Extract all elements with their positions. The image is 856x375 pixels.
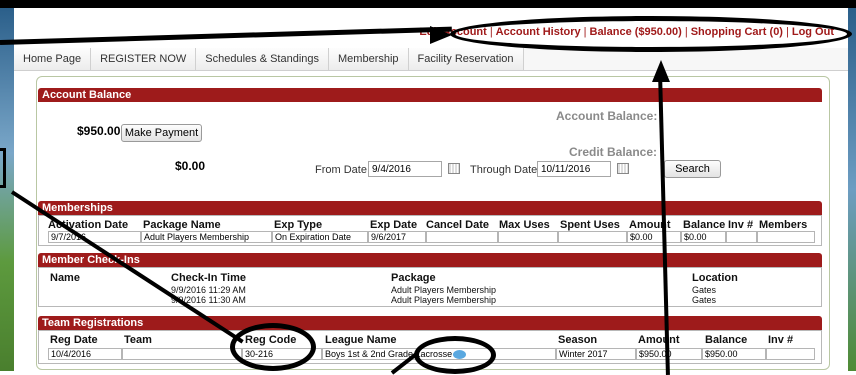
table-cell (558, 231, 627, 243)
credit-balance-value: $0.00 (175, 159, 206, 173)
col-max-uses: Max Uses (499, 219, 550, 231)
col-exp-type: Exp Type (274, 219, 323, 231)
checkin-time: 9/9/2016 11:29 AM (171, 285, 246, 295)
checkin-package: Adult Players Membership (391, 295, 497, 305)
col-inv: Inv # (768, 334, 794, 346)
arrow-head (652, 60, 670, 82)
col-exp-date: Exp Date (370, 219, 418, 231)
account-balance-label: Account Balance: (556, 109, 658, 123)
arrow-head (430, 26, 452, 44)
col-reg-date: Reg Date (50, 334, 98, 346)
calendar-icon[interactable] (617, 163, 629, 174)
table-cell (757, 231, 815, 243)
nav-register-now[interactable]: REGISTER NOW (91, 48, 197, 70)
through-date-input[interactable] (537, 161, 611, 177)
table-cell (426, 231, 498, 243)
table-cell: 9/6/2017 (368, 231, 426, 243)
annotation-frame-top (0, 0, 856, 8)
col-name: Name (50, 272, 80, 284)
col-cancel-date: Cancel Date (426, 219, 489, 231)
col-team: Team (124, 334, 152, 346)
annotation-bracket (0, 148, 6, 188)
credit-balance-label: Credit Balance: (569, 145, 658, 159)
table-cell: $0.00 (627, 231, 681, 243)
col-balance: Balance (705, 334, 748, 346)
through-date-label: Through Date: (470, 164, 541, 176)
col-league-name: League Name (325, 334, 397, 346)
from-date-input[interactable] (368, 161, 442, 177)
table-cell (726, 231, 757, 243)
col-package-name: Package Name (143, 219, 221, 231)
checkin-location: Gates (692, 285, 717, 295)
background-strip-right (848, 8, 856, 371)
account-balance-header: Account Balance (38, 88, 822, 102)
nav-home-page[interactable]: Home Page (14, 48, 92, 70)
table-cell: $0.00 (681, 231, 726, 243)
table-cell: Adult Players Membership (141, 231, 272, 243)
checkin-package: Adult Players Membership (391, 285, 497, 295)
table-cell (766, 348, 815, 360)
table-cell: 10/4/2016 (48, 348, 122, 360)
team-registrations-header: Team Registrations (38, 316, 822, 330)
col-members: Members (759, 219, 808, 231)
checkin-location: Gates (692, 295, 717, 305)
search-button[interactable]: Search (664, 160, 721, 178)
account-balance-value: $950.00 (77, 124, 121, 138)
annotation-circle-reg-code (230, 323, 316, 371)
nav-membership[interactable]: Membership (329, 48, 409, 70)
col-location: Location (692, 272, 738, 284)
col-balance: Balance (683, 219, 726, 231)
col-season: Season (558, 334, 598, 346)
col-package: Package (391, 272, 436, 284)
col-amount: Amount (638, 334, 680, 346)
nav-schedules-standings[interactable]: Schedules & Standings (196, 48, 330, 70)
nav-facility-reservation[interactable]: Facility Reservation (408, 48, 524, 70)
annotation-circle-top-links (450, 16, 852, 52)
from-date-label: From Date: (315, 164, 371, 176)
table-cell: Winter 2017 (556, 348, 636, 360)
make-payment-button[interactable]: Make Payment (121, 124, 202, 142)
checkins-header: Member Check-Ins (38, 253, 822, 267)
col-inv: Inv # (728, 219, 754, 231)
col-spent-uses: Spent Uses (560, 219, 620, 231)
main-nav: Home Page REGISTER NOW Schedules & Stand… (14, 48, 848, 71)
background-strip-left (0, 8, 14, 371)
table-cell: 9/7/2016 (48, 231, 141, 243)
calendar-icon[interactable] (448, 163, 460, 174)
col-checkin-time: Check-In Time (171, 272, 246, 284)
memberships-header: Memberships (38, 201, 822, 215)
table-cell (122, 348, 242, 360)
annotation-circle-comment (414, 336, 496, 374)
table-cell: $950.00 (702, 348, 766, 360)
table-cell (498, 231, 558, 243)
table-cell: On Expiration Date (272, 231, 368, 243)
